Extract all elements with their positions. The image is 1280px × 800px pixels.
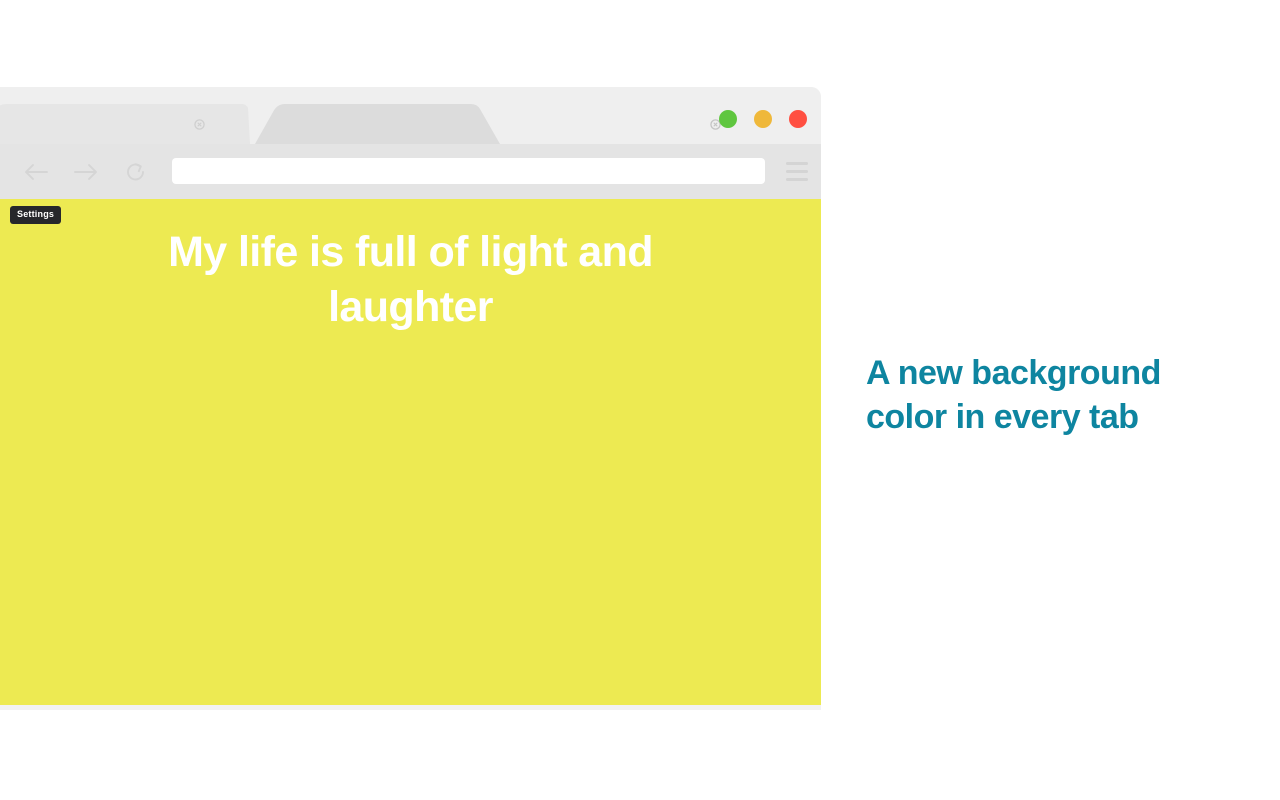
quote-text: My life is full of light and laughter [168, 228, 653, 331]
close-button[interactable] [789, 110, 807, 128]
tab-shape-active [255, 104, 500, 144]
address-bar[interactable] [172, 158, 765, 184]
browser-toolbar [0, 144, 821, 199]
hamburger-menu-icon-line-3 [786, 177, 808, 181]
hamburger-menu-button[interactable] [781, 155, 813, 187]
arrow-right-icon [74, 163, 97, 180]
browser-window: Settings My life is full of light and la… [0, 87, 821, 707]
arrow-left-icon [25, 163, 48, 180]
forward-button[interactable] [68, 154, 104, 190]
tab-strip [0, 87, 821, 144]
minimize-button[interactable] [754, 110, 772, 128]
window-bottom-edge [0, 705, 821, 710]
hamburger-menu-icon [786, 161, 808, 165]
reload-icon [127, 162, 144, 180]
address-input[interactable] [172, 158, 765, 184]
hamburger-menu-icon-line-2 [786, 169, 808, 173]
browser-tab-1[interactable] [0, 104, 250, 144]
back-button[interactable] [18, 154, 54, 190]
settings-badge[interactable]: Settings [10, 206, 62, 224]
tab-shape-inactive [0, 104, 250, 144]
close-icon [194, 119, 205, 130]
window-controls [719, 110, 807, 128]
reload-button[interactable] [118, 154, 154, 190]
browser-tab-2[interactable] [255, 104, 721, 144]
maximize-button[interactable] [719, 110, 737, 128]
page-content-area: Settings My life is full of light and la… [0, 199, 821, 707]
promo-caption: A new background color in every tab [866, 354, 1161, 436]
tab-close-icon-1[interactable] [194, 119, 205, 130]
